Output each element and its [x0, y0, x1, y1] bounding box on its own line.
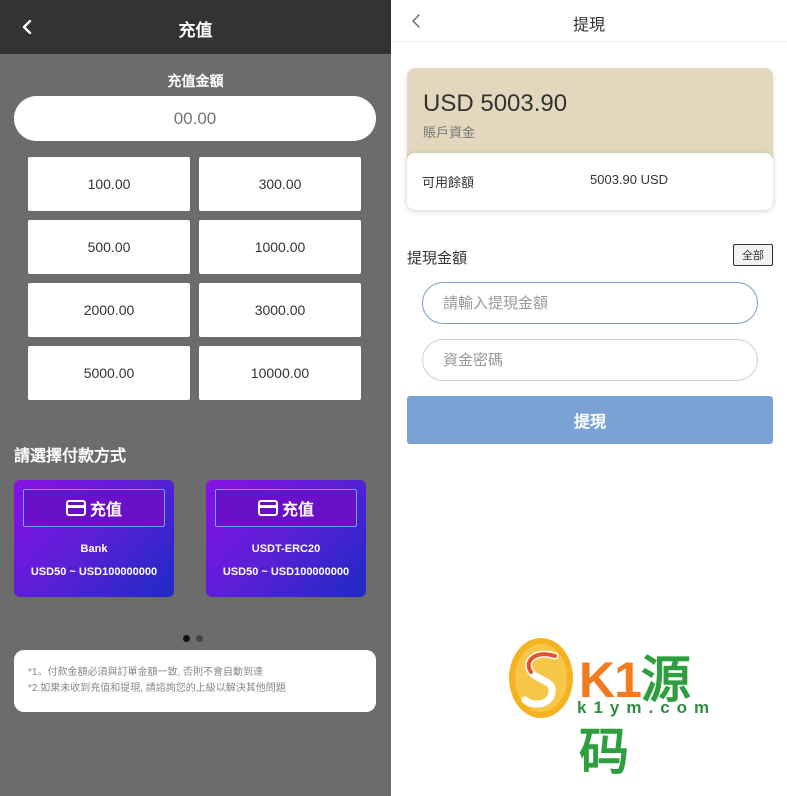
notice-line: *2.如果未收到充值和提現, 請諮詢您的上級以解決其他問題 [28, 683, 286, 694]
preset-amount-button[interactable]: 100.00 [28, 157, 190, 211]
brand-logo-icon [509, 638, 573, 718]
page-title: 提現 [572, 17, 605, 34]
withdraw-amount-label: 提現金額 [407, 250, 468, 267]
fund-password-input[interactable] [422, 339, 758, 381]
recharge-button-label: 充值 [89, 502, 122, 519]
preset-amount-button[interactable]: 3000.00 [199, 283, 361, 337]
preset-amount-button[interactable]: 300.00 [199, 157, 361, 211]
payment-method-name: Bank [80, 543, 108, 555]
preset-amount-button[interactable]: 500.00 [28, 220, 190, 274]
recharge-button[interactable]: 充值 [23, 489, 165, 527]
payment-method-name: USDT-ERC20 [251, 543, 321, 555]
withdraw-panel: 提現 USD 5003.90 賬戶資金 可用餘額 5003.90 USD 提現金… [391, 0, 787, 796]
recharge-amount-label: 充值金額 [167, 73, 224, 89]
recharge-amount-input[interactable] [14, 96, 376, 141]
preset-amount-grid: 100.00 300.00 500.00 1000.00 2000.00 300… [28, 157, 362, 400]
recharge-button-label: 充值 [281, 502, 314, 519]
withdraw-amount-input[interactable] [422, 282, 758, 324]
preset-amount-button[interactable]: 5000.00 [28, 346, 190, 400]
page-title: 充值 [178, 21, 213, 40]
watermark-domain: k1ym.com [577, 698, 717, 717]
withdraw-header: 提現 [391, 0, 787, 42]
available-balance-value: 5003.90 USD [590, 172, 669, 187]
account-balance: USD 5003.90 [423, 90, 568, 117]
balance-card: USD 5003.90 賬戶資金 可用餘額 5003.90 USD [407, 68, 773, 210]
recharge-panel: 充值 充值金額 100.00 300.00 500.00 1000.00 200… [0, 0, 391, 796]
preset-amount-button[interactable]: 1000.00 [199, 220, 361, 274]
preset-amount-button[interactable]: 2000.00 [28, 283, 190, 337]
back-button[interactable] [14, 14, 40, 40]
carousel-pagination [183, 635, 203, 642]
available-balance-label: 可用餘額 [422, 175, 475, 190]
account-balance-label: 賬戶資金 [423, 125, 476, 140]
payment-card-usdt[interactable]: 充值 USDT-ERC20 USD50 ~ USD100000000 [206, 480, 366, 597]
credit-card-icon [65, 500, 86, 516]
notice-line: *1。付款金額必須與訂單金額一致, 否則不會自動到達 [28, 667, 264, 678]
carousel-dot[interactable] [196, 635, 203, 642]
available-balance-row: 可用餘額 5003.90 USD [407, 153, 773, 210]
chevron-left-icon [22, 20, 32, 34]
credit-card-icon [257, 500, 278, 516]
payment-method-heading: 請選擇付款方式 [14, 448, 127, 465]
payment-method-range: USD50 ~ USD100000000 [222, 566, 350, 578]
recharge-header: 充值 [0, 0, 391, 54]
recharge-button[interactable]: 充值 [215, 489, 357, 527]
withdraw-all-button[interactable]: 全部 [733, 244, 773, 266]
back-button[interactable] [405, 10, 427, 32]
watermark-logo: K1源码 k1ym.com [507, 634, 717, 780]
payment-card-bank[interactable]: 充值 Bank USD50 ~ USD100000000 [14, 480, 174, 597]
payment-method-range: USD50 ~ USD100000000 [30, 566, 158, 578]
carousel-dot-active[interactable] [183, 635, 190, 642]
chevron-left-icon [411, 14, 420, 28]
notice-box: *1。付款金額必須與訂單金額一致, 否則不會自動到達 *2.如果未收到充值和提現… [14, 650, 376, 712]
withdraw-submit-button[interactable]: 提現 [407, 396, 773, 444]
preset-amount-button[interactable]: 10000.00 [199, 346, 361, 400]
